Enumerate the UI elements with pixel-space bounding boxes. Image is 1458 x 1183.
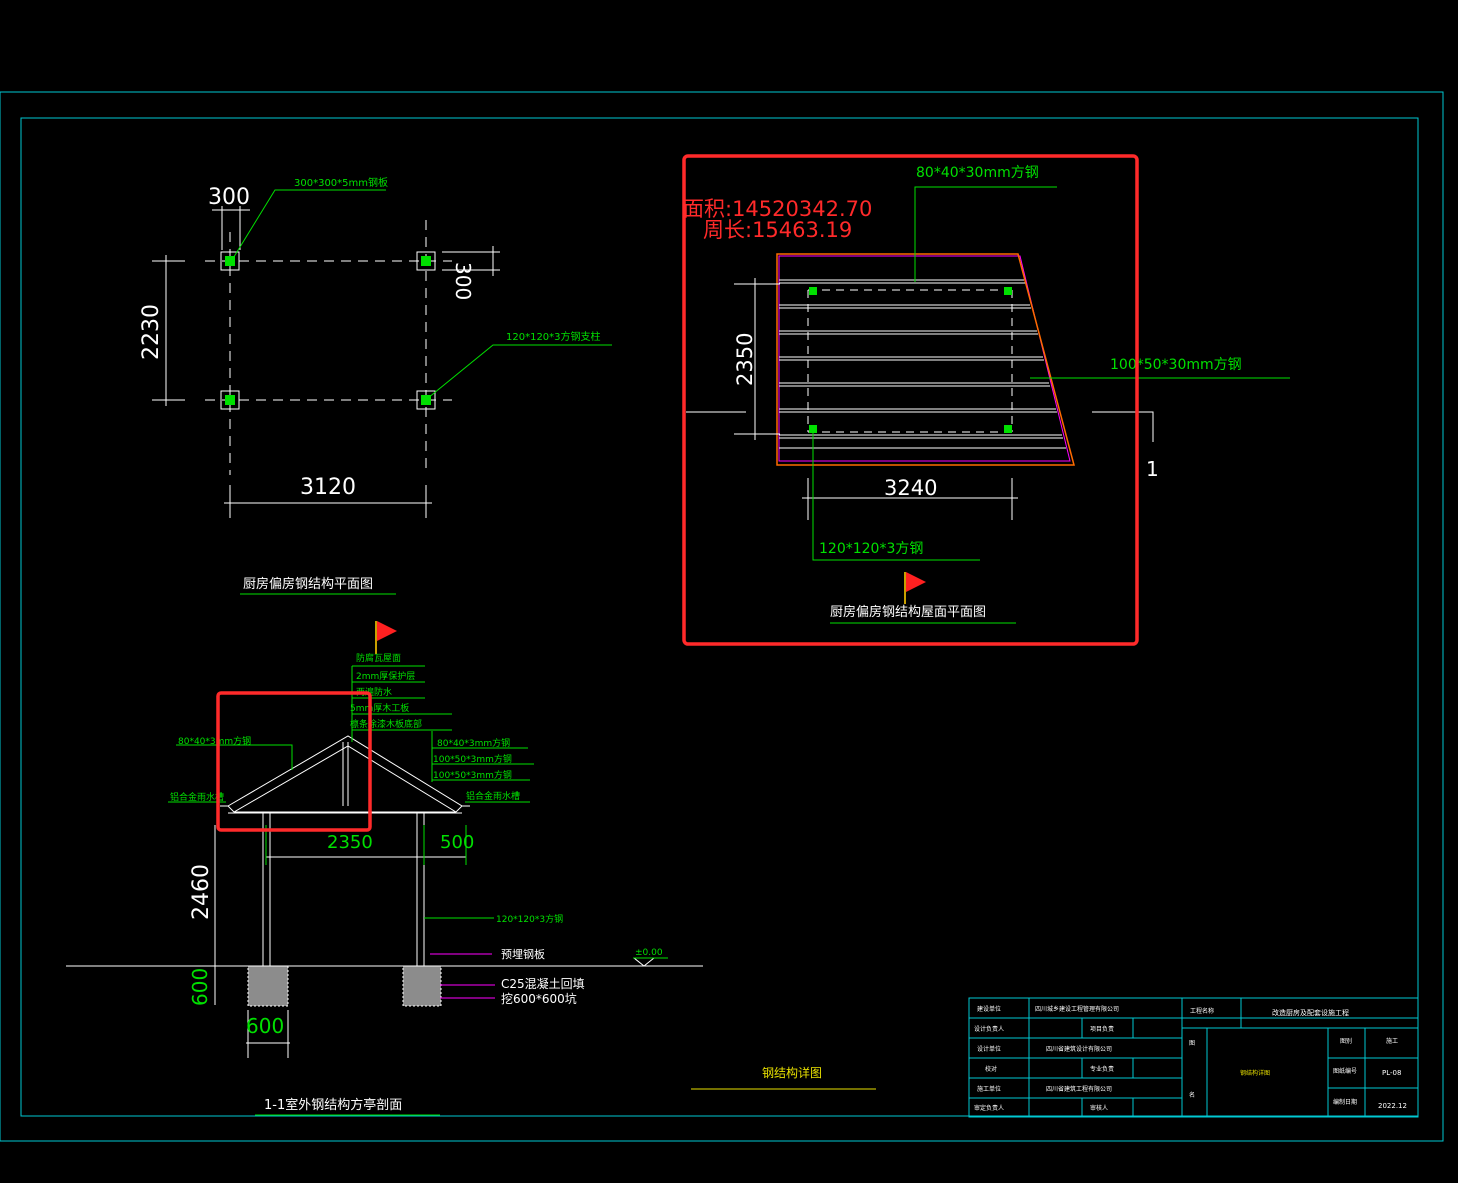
roof-dim-bottom: 3240 (884, 476, 937, 500)
section-note-concrete: C25混凝土回填 (501, 976, 585, 991)
tb-cat-value: 施工 (1386, 1037, 1398, 1045)
tb-r1-label: 建设单位 (977, 1005, 1001, 1013)
section-footing-left (247, 965, 289, 1007)
tb-r6-value: 审核人 (1090, 1104, 1108, 1112)
tb-r2-value: 项目负责 (1090, 1025, 1114, 1033)
center-title: 钢结构详图 (762, 1065, 822, 1080)
tb-r4-label: 校对 (985, 1065, 997, 1073)
tb-drawing-label: 图 (1189, 1040, 1195, 1047)
plan-note-plate: 300*300*5mm钢板 (294, 176, 388, 189)
tb-r5-label: 施工单位 (977, 1085, 1001, 1093)
section-dim-depth: 600 (188, 968, 212, 1006)
roof-note-top: 80*40*30mm方钢 (916, 165, 1039, 181)
tb-drawing-label-2: 名 (1189, 1091, 1195, 1099)
tb-r1-value: 四川城乡建设工程管理有限公司 (1035, 1005, 1119, 1013)
plan-dim-left: 2230 (139, 304, 164, 360)
tb-r5-value: 四川省建筑工程有限公司 (1046, 1085, 1112, 1093)
roof-section-mark: 1 (1146, 457, 1159, 481)
section-note-pit: 挖600*600坑 (501, 991, 577, 1006)
outer-frame (0, 91, 1444, 1142)
roof-perimeter-label: 周长:15463.19 (703, 218, 852, 242)
highlight-box-section (216, 691, 372, 832)
plan-leaders (231, 189, 612, 595)
plan-title: 厨房偏房钢结构平面图 (243, 576, 373, 592)
section-layer-2: 2mm厚保护层 (356, 670, 415, 682)
section-leaders (168, 665, 668, 1116)
section-dim-width: 600 (246, 1014, 284, 1038)
section-layer-5: 檩条涂漆木板底部 (350, 718, 422, 730)
section-view (66, 735, 703, 1058)
section-footing-right (402, 965, 442, 1007)
plan-dim-bottom: 3120 (300, 475, 356, 500)
roof-note-right: 100*50*30mm方钢 (1110, 357, 1242, 373)
plan-dim-top: 300 (208, 185, 250, 210)
section-level: ±0.00 (635, 948, 663, 958)
roof-flag-icon (904, 572, 926, 604)
section-note-left-beam: 80*40*3mm方钢 (178, 735, 251, 747)
tb-date-value: 2022.12 (1378, 1102, 1407, 1110)
tb-date-label: 编制日期 (1333, 1098, 1357, 1106)
section-dim-overhang: 500 (440, 832, 474, 853)
tb-cat-label: 图别 (1340, 1037, 1352, 1045)
tb-num-value: PL-08 (1382, 1069, 1401, 1077)
roof-dim-left: 2350 (733, 333, 757, 386)
section-note-left-gutter: 铝合金雨水槽 (170, 791, 224, 803)
section-note-right-2: 100*50*3mm方钢 (433, 753, 512, 765)
tb-num-label: 图纸编号 (1333, 1067, 1357, 1075)
plan-dim-side-small: 300 (451, 262, 475, 300)
section-flag-icon (375, 621, 397, 654)
cad-drawing-canvas: 300 300 2230 3120 300*300*5mm钢板 120*120*… (0, 91, 1444, 1142)
section-note-column: 120*120*3方钢 (496, 913, 563, 925)
tb-r4-value: 专业负责 (1090, 1065, 1114, 1073)
tb-r3-value: 四川省建筑设计有限公司 (1046, 1045, 1112, 1053)
tb-r3-label: 设计单位 (977, 1045, 1001, 1053)
section-dim-span: 2350 (327, 832, 373, 853)
section-layer-1: 防腐瓦屋面 (356, 652, 401, 664)
roof-plan-view (686, 186, 1290, 624)
plan-view (152, 206, 500, 518)
roof-note-column: 120*120*3方钢 (819, 541, 923, 557)
section-dim-height: 2460 (189, 864, 214, 920)
plan-note-column: 120*120*3方钢支柱 (506, 330, 601, 343)
tb-project-value: 改造厨房及配套设施工程 (1272, 1008, 1349, 1017)
tb-project-label: 工程名称 (1190, 1007, 1214, 1015)
section-note-right-3: 100*50*3mm方钢 (433, 769, 512, 781)
roof-plan-title: 厨房偏房钢结构屋面平面图 (830, 604, 986, 620)
tb-drawing-value: 钢结构详图 (1240, 1069, 1270, 1077)
section-layer-4: 5mm厚木工板 (350, 702, 409, 714)
tb-r2-label: 设计负责人 (974, 1025, 1004, 1033)
tb-r6-label: 审定负责人 (974, 1104, 1004, 1112)
section-note-right-gutter: 铝合金雨水槽 (466, 790, 520, 802)
section-note-right-1: 80*40*3mm方钢 (437, 737, 510, 749)
section-title: 1-1室外钢结构方亭剖面 (264, 1097, 402, 1113)
section-note-plate: 预埋钢板 (501, 947, 545, 961)
